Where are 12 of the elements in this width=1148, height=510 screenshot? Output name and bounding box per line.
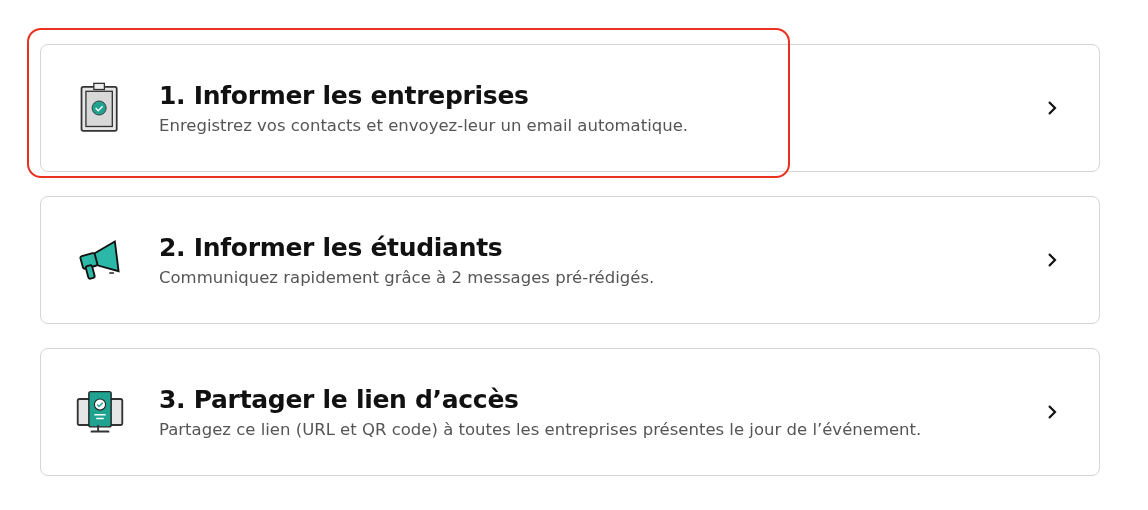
chevron-icon [1047,404,1057,420]
step-title: 1. Informer les entreprises [159,81,530,110]
step-description: Communiquez rapidement grâce à 2 messages pré-rédigés. [159,268,656,287]
step-card[interactable]: 3. Partager le lien d’accès Partagez ce lien (URL et QR code) à toutes les entreprises présentes le jour de l’événement. [40,348,1100,476]
step-card[interactable]: 1. Informer les entreprises Enregistrez vos contacts et envoyez-leur un email automatique. [40,44,1100,172]
step-title: 3. Partager le lien d’accès [159,385,520,414]
step-description: Enregistrez vos contacts et envoyez-leur un email automatique. [159,116,690,135]
chevron-icon [1047,100,1057,116]
step-card[interactable]: 2. Informer les étudiants Communiquez rapidement grâce à 2 messages pré-rédigés. [40,196,1100,324]
chevron-icon [1047,252,1057,268]
step-description: Partagez ce lien (URL et QR code) à toutes les entreprises présentes le jour de l’événement. [159,420,923,439]
step-title: 2. Informer les étudiants [159,233,504,262]
